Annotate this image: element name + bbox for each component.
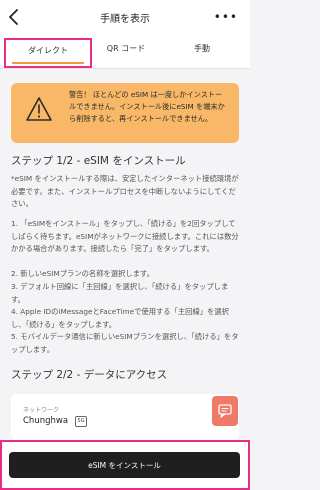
install-esim-button[interactable]: eSIM をインストール bbox=[9, 452, 240, 478]
network-label: ネットワーク bbox=[23, 407, 60, 414]
network-5g-badge: 5G bbox=[75, 416, 87, 427]
step1-instruction-5: 5. モバイルデータ通信に新しいeSIMプランを選択し、「続ける」をタップします… bbox=[11, 332, 239, 354]
header-bar: 手順を表示 ••• bbox=[0, 0, 250, 38]
more-options-icon[interactable]: ••• bbox=[214, 10, 238, 24]
step1-instruction-1: 1. 「eSIMをインストール」をタップし、「続ける」を2回タップしてしばらく待… bbox=[11, 219, 239, 253]
page-title: 手順を表示 bbox=[100, 14, 150, 25]
warning-icon bbox=[26, 97, 52, 121]
tab-manual[interactable]: 手動 bbox=[164, 38, 240, 68]
tab-qr-code[interactable]: QR コード bbox=[92, 38, 160, 68]
tab-direct[interactable]: ダイレクト bbox=[4, 38, 92, 68]
step1-intro: *eSIM をインストールする際は、安定したインターネット接続環境が必要です。ま… bbox=[11, 174, 239, 208]
install-method-tabs: ダイレクト QR コード 手動 bbox=[0, 38, 250, 69]
chat-icon bbox=[218, 404, 232, 418]
warning-banner: 警告！ ほとんどの eSIM は一度しかインストールできません。インストール後に… bbox=[11, 83, 239, 143]
network-name: Chunghwa bbox=[23, 416, 69, 426]
step1-heading: ステップ 1/2 - eSIM をインストール bbox=[11, 155, 186, 167]
warning-text: 警告！ ほとんどの eSIM は一度しかインストールできません。インストール後に… bbox=[69, 90, 225, 123]
step1-instruction-4: 4. Apple IDのiMessageとFaceTimeで使用する「主回線」を… bbox=[11, 307, 229, 329]
step2-heading: ステップ 2/2 - データにアクセス bbox=[11, 369, 168, 381]
step1-instruction-3: 3. デフォルト回線に「主回線」を選択し、「続ける」をタップします。 bbox=[11, 282, 229, 304]
chat-support-button[interactable] bbox=[212, 396, 238, 426]
step1-instruction-2: 2. 新しいeSIMプランの名称を選択します。 bbox=[11, 269, 154, 278]
network-card: ネットワーク Chunghwa 5G bbox=[11, 394, 239, 440]
